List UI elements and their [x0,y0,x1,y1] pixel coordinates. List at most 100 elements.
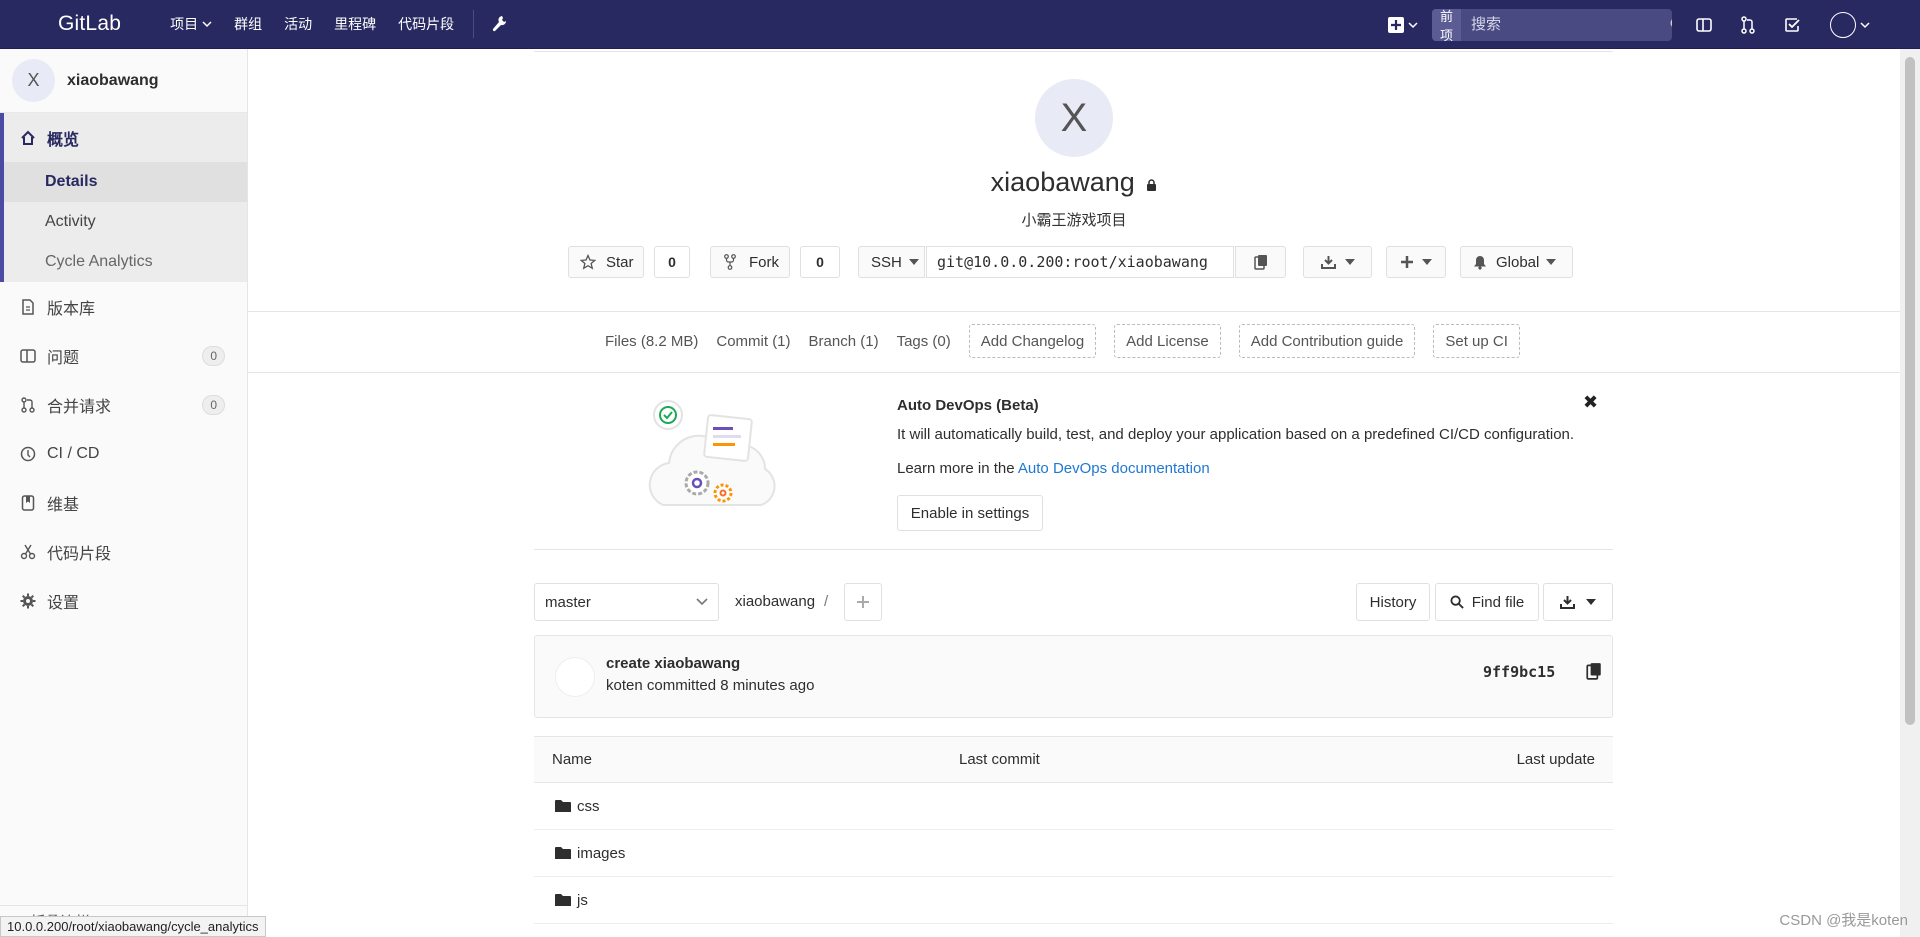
chevron-down-icon [202,21,212,28]
fork-button[interactable]: Fork [710,246,790,278]
copy-clone-url-button[interactable] [1235,246,1286,278]
nav-projects-label: 项目 [170,16,199,32]
commit-title-link[interactable]: create xiaobawang [606,655,740,672]
commit-sha-link[interactable]: 9ff9bc15 [1483,663,1555,681]
table-row[interactable]: images [534,830,1613,877]
files-stat-link[interactable]: Files (8.2 MB) [605,324,698,358]
issues-icon [18,346,38,366]
sidebar-item-issues[interactable]: 问题 0 [0,331,247,380]
snippets-icon [18,542,38,562]
commits-stat-link[interactable]: Commit (1) [716,324,790,358]
gitlab-logo[interactable]: GitLab [58,12,121,36]
branch-select[interactable]: master [534,583,719,621]
sidebar-sub-details[interactable]: Details [4,162,247,202]
download-icon [1560,596,1575,609]
star-button[interactable]: Star [568,246,644,278]
file-tree-header: Name Last commit Last update [534,736,1613,783]
auto-devops-description: It will automatically build, test, and d… [897,426,1575,443]
clone-url-input[interactable]: git@10.0.0.200:root/xiaobawang [926,246,1234,278]
sidebar-item-label: 版本库 [47,300,96,318]
add-changelog-button[interactable]: Add Changelog [968,324,1097,358]
sidebar-item-label: 合并请求 [47,398,112,416]
search-input[interactable] [1461,16,1671,33]
project-title-text: xiaobawang [990,167,1135,197]
sidebar-item-repository[interactable]: 版本库 [0,282,247,331]
find-file-label: Find file [1471,593,1525,611]
enable-in-settings-button[interactable]: Enable in settings [897,495,1043,531]
nav-groups[interactable]: 群组 [223,0,273,49]
table-row[interactable]: js [534,877,1613,924]
sidebar-item-wiki[interactable]: 维基 [0,478,247,527]
tags-stat-link[interactable]: Tags (0) [897,324,951,358]
sidebar-project-header[interactable]: X xiaobawang [0,49,247,113]
scrollbar-thumb[interactable] [1905,57,1915,725]
add-contribution-guide-button[interactable]: Add Contribution guide [1238,324,1416,358]
user-menu[interactable] [1830,11,1870,38]
sidebar-toggle-icon[interactable] [1690,11,1718,39]
fork-label: Fork [749,253,779,271]
user-avatar [1830,11,1856,38]
fork-count[interactable]: 0 [800,246,840,278]
file-name-link[interactable]: images [577,845,625,862]
file-name-link[interactable]: css [577,798,600,815]
commit-author-avatar[interactable] [555,657,595,697]
chevron-down-icon [696,598,708,606]
auto-devops-docs-link[interactable]: Auto DevOps documentation [1018,460,1210,477]
sidebar-item-label: 概览 [47,131,80,149]
file-tree-table: Name Last commit Last update css images … [534,736,1613,924]
project-stats-bar: Files (8.2 MB) Commit (1) Branch (1) Tag… [605,324,1538,358]
plus-square-icon [1388,16,1404,33]
add-new-dropdown[interactable] [1386,246,1446,278]
sidebar-item-snippets[interactable]: 代码片段 [0,527,247,576]
sidebar-item-overview[interactable]: 概览 [4,113,247,162]
find-file-button[interactable]: Find file [1435,583,1539,621]
todos-icon[interactable] [1778,11,1806,39]
home-icon [18,128,38,148]
divider [534,549,1613,550]
file-name-link[interactable]: js [577,892,588,909]
caret-down-icon [1344,259,1355,265]
sidebar-item-settings[interactable]: 设置 [0,576,247,625]
sidebar-item-label: 维基 [47,496,80,514]
search-icon[interactable] [1670,9,1672,41]
chevron-down-icon [1860,21,1870,28]
sidebar-sub-activity[interactable]: Activity [4,202,247,242]
sidebar-item-label: 问题 [47,349,80,367]
bell-icon [1474,255,1486,270]
top-divider [534,51,1613,52]
page-scrollbar[interactable] [1900,49,1920,937]
star-count[interactable]: 0 [654,246,690,278]
issues-count-badge: 0 [202,345,225,366]
download-archive-dropdown[interactable] [1543,583,1613,621]
search-scope-badge[interactable]: 当前项目 [1432,8,1462,41]
nav-snippets[interactable]: 代码片段 [387,0,465,49]
merge-request-icon [18,395,38,415]
plus-icon [1400,256,1413,268]
learn-more-prefix: Learn more in the [897,460,1018,477]
sidebar-sub-cycle-analytics[interactable]: Cycle Analytics [4,242,247,282]
project-description: 小霸王游戏项目 [1021,212,1127,229]
new-dropdown-button[interactable] [1387,16,1418,34]
nav-milestones[interactable]: 里程碑 [323,0,387,49]
sidebar-item-merge-requests[interactable]: 合并请求 0 [0,380,247,429]
download-dropdown[interactable] [1303,246,1372,278]
clipboard-icon[interactable] [1585,662,1603,680]
table-row[interactable]: css [534,783,1613,830]
notification-dropdown[interactable]: Global [1460,246,1573,278]
breadcrumb-project[interactable]: xiaobawang [735,593,815,610]
column-header-last-update: Last update [1516,751,1595,768]
add-license-button[interactable]: Add License [1114,324,1221,358]
nav-projects[interactable]: 项目 [159,0,223,49]
clone-protocol-dropdown[interactable]: SSH [858,246,925,278]
add-to-tree-button[interactable] [844,583,882,621]
nav-activity[interactable]: 活动 [273,0,323,49]
merge-requests-icon[interactable] [1734,11,1762,39]
admin-wrench-icon[interactable] [486,11,512,37]
commit-meta: koten committed 8 minutes ago [606,677,815,694]
top-right-controls: 当前项目 [1387,0,1920,49]
close-icon[interactable]: ✖ [1583,392,1598,413]
setup-ci-button[interactable]: Set up CI [1433,324,1520,358]
sidebar-item-ci-cd[interactable]: CI / CD [0,429,247,478]
history-button[interactable]: History [1356,583,1430,621]
branches-stat-link[interactable]: Branch (1) [809,324,879,358]
